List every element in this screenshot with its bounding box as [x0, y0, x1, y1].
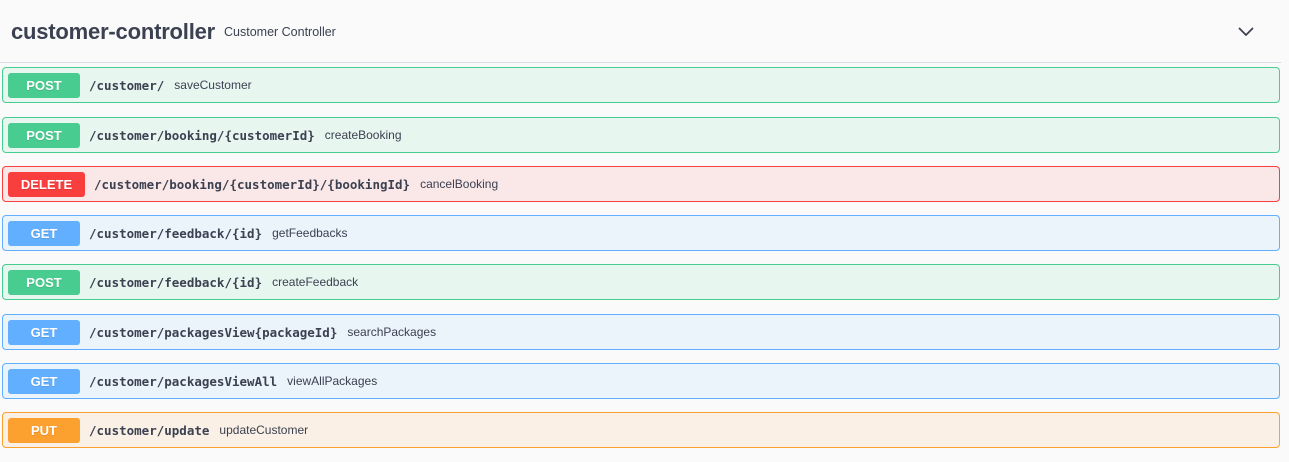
method-badge: GET: [8, 368, 80, 394]
operation-get-view-all-packages[interactable]: GET /customer/packagesViewAll viewAllPac…: [2, 363, 1280, 399]
operation-path: /customer/: [89, 77, 165, 93]
operation-path: /customer/feedback/{id}: [89, 274, 263, 290]
operation-summary: saveCustomer: [174, 78, 252, 92]
operation-summary: cancelBooking: [420, 177, 499, 191]
operation-path: /customer/booking/{customerId}: [89, 127, 315, 143]
method-badge: GET: [8, 220, 80, 246]
method-badge: POST: [8, 122, 80, 148]
operation-path: /customer/booking/{customerId}/{bookingI…: [94, 176, 411, 192]
operation-summary: createBooking: [324, 128, 402, 142]
operation-path: /customer/feedback/{id}: [89, 225, 263, 241]
operation-summary: searchPackages: [347, 325, 437, 339]
operation-post-create-feedback[interactable]: POST /customer/feedback/{id} createFeedb…: [2, 264, 1280, 300]
section-title[interactable]: customer-controller: [11, 19, 215, 45]
collapse-toggle-button[interactable]: [1232, 18, 1260, 46]
operation-summary: getFeedbacks: [272, 226, 348, 240]
operation-path: /customer/packagesViewAll: [89, 373, 278, 389]
operation-path: /customer/update: [89, 422, 210, 438]
operation-put-update-customer[interactable]: PUT /customer/update updateCustomer: [2, 412, 1280, 448]
operation-summary: viewAllPackages: [287, 374, 378, 388]
section-description: Customer Controller: [224, 25, 336, 39]
operation-get-feedbacks[interactable]: GET /customer/feedback/{id} getFeedbacks: [2, 215, 1280, 251]
operation-path: /customer/packagesView{packageId}: [89, 324, 338, 340]
method-badge: POST: [8, 269, 80, 295]
method-badge: GET: [8, 319, 80, 345]
operation-delete-cancel-booking[interactable]: DELETE /customer/booking/{customerId}/{b…: [2, 166, 1280, 202]
operation-summary: createFeedback: [272, 275, 359, 289]
section-header[interactable]: customer-controller Customer Controller: [0, 0, 1281, 63]
operation-post-create-booking[interactable]: POST /customer/booking/{customerId} crea…: [2, 117, 1280, 153]
method-badge: PUT: [8, 417, 80, 443]
method-badge: DELETE: [8, 171, 85, 197]
operation-post-save-customer[interactable]: POST /customer/ saveCustomer: [2, 67, 1280, 103]
method-badge: POST: [8, 72, 80, 98]
chevron-down-icon: [1238, 27, 1254, 36]
operation-get-search-packages[interactable]: GET /customer/packagesView{packageId} se…: [2, 314, 1280, 350]
operation-summary: updateCustomer: [219, 423, 309, 437]
